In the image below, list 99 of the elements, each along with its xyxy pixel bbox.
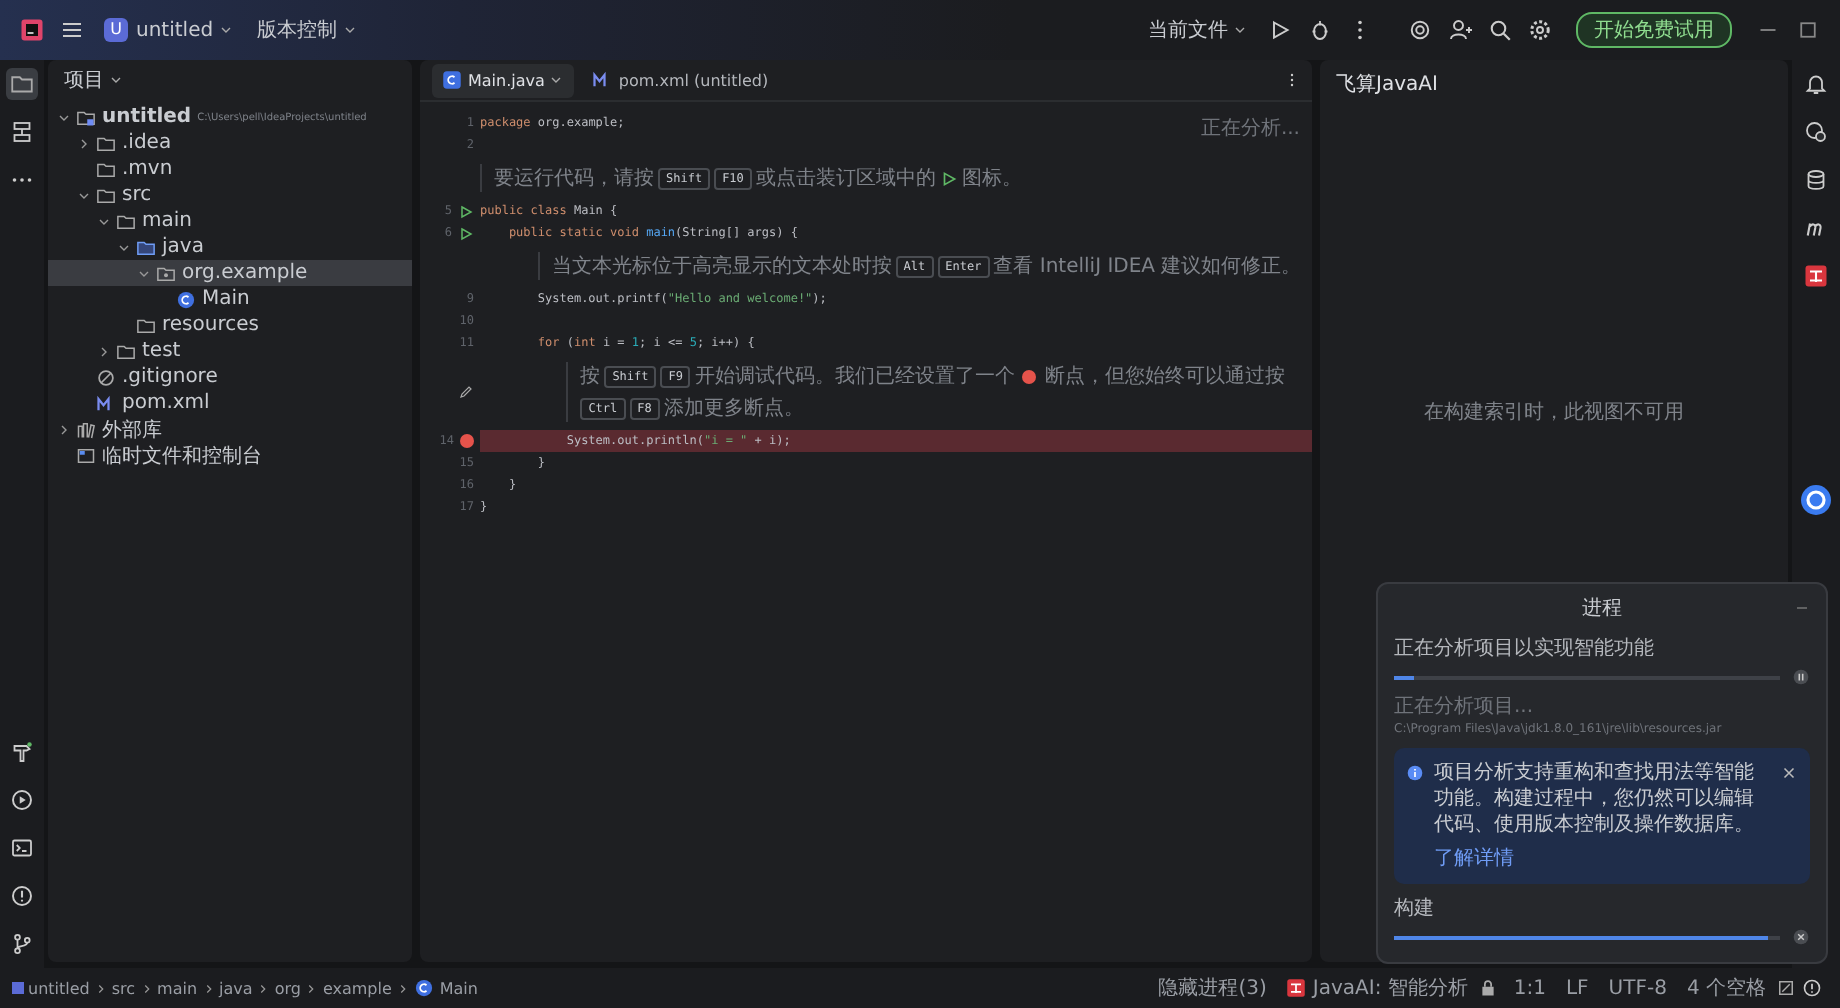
tree-item[interactable]: Main <box>48 286 412 312</box>
menu-icon[interactable] <box>60 18 84 42</box>
tree-item[interactable]: .mvn <box>48 156 412 182</box>
library-icon <box>76 419 96 439</box>
ai-plugin-icon[interactable] <box>1800 260 1832 292</box>
module-icon <box>76 107 96 127</box>
close-icon[interactable] <box>1780 764 1798 782</box>
panel-title: 飞算JavaAI <box>1334 72 1440 100</box>
hint-text: 添加更多断点。 <box>663 395 804 422</box>
run-icon <box>939 169 958 187</box>
expand-icon[interactable] <box>56 421 72 437</box>
hint-text: 图标。 <box>961 165 1022 192</box>
problems-icon[interactable] <box>6 880 38 912</box>
maven-icon <box>96 393 116 413</box>
indent-setting[interactable]: 4 个空格 <box>1686 974 1766 1002</box>
expand-icon[interactable] <box>76 135 92 151</box>
hint-text: 断点，但您始终可以通过按 <box>1044 363 1285 390</box>
caret-icon <box>548 72 565 88</box>
tree-item[interactable]: src <box>48 182 412 208</box>
class-icon <box>442 70 462 90</box>
hint-text: 查看 IntelliJ IDEA 建议如何修正。 <box>993 253 1302 280</box>
breadcrumb[interactable]: Main <box>413 978 478 998</box>
run-icon[interactable] <box>6 784 38 816</box>
add-user-icon[interactable] <box>1448 18 1472 42</box>
hint-text: 按 <box>580 363 601 390</box>
notice-text: 项目分析支持重构和查找用法等智能功能。构建过程中，您仍然可以编辑代码、使用版本控制及操作数据库。 <box>1434 760 1756 838</box>
breadcrumb[interactable]: src <box>111 979 136 997</box>
ai-status[interactable]: JavaAI: 智能分析 <box>1286 974 1468 1002</box>
hint-text: 开始调试代码。我们已经设置了一个 <box>694 363 1015 390</box>
task-detail: 正在分析项目... <box>1394 693 1536 720</box>
breadcrumb[interactable]: java <box>219 979 253 997</box>
hidden-processes-link[interactable]: 隐藏进程(3) <box>1158 974 1267 1002</box>
line-ending[interactable]: LF <box>1565 977 1589 999</box>
breadcrumb[interactable]: main <box>157 979 198 997</box>
tree-item[interactable]: 临时文件和控制台 <box>48 442 412 468</box>
settings-icon[interactable] <box>1528 18 1552 42</box>
learn-more-link[interactable]: 了解详情 <box>1434 844 1514 872</box>
tree-item[interactable]: test <box>48 338 412 364</box>
tree-item[interactable]: 外部库 <box>48 416 412 442</box>
chevron-icon <box>201 981 216 995</box>
tree-item[interactable]: .gitignore <box>48 364 412 390</box>
breadcrumb[interactable]: example <box>322 979 392 997</box>
chevron-icon <box>304 981 319 995</box>
alert-icon[interactable] <box>1802 978 1822 998</box>
caret-icon <box>1232 22 1248 38</box>
analysis-status: 正在分析... <box>1200 115 1300 142</box>
file-encoding[interactable]: UTF-8 <box>1608 977 1667 999</box>
tree-item[interactable]: main <box>48 208 412 234</box>
run-icon[interactable] <box>458 203 474 219</box>
tree-item[interactable]: .idea <box>48 130 412 156</box>
breadcrumb[interactable]: org <box>274 979 301 997</box>
run-icon[interactable] <box>1268 18 1292 42</box>
file-tab[interactable]: pom.xml (untitled) <box>582 63 779 97</box>
project-view-dropdown[interactable]: 项目 <box>64 66 124 94</box>
hint-text: 要运行代码，请按 <box>494 165 654 192</box>
chevron-icon <box>93 981 108 995</box>
class-icon <box>413 978 434 998</box>
hint-text: 或点击装订区域中的 <box>755 165 936 192</box>
popup-title: 进程 <box>1582 595 1622 622</box>
scratch-icon <box>76 445 96 465</box>
project-tool-icon[interactable] <box>6 68 38 100</box>
info-icon <box>1406 764 1424 782</box>
run-icon[interactable] <box>458 225 474 241</box>
caret-icon <box>108 72 124 88</box>
caret-position[interactable]: 1:1 <box>1513 977 1546 999</box>
breadcrumb[interactable]: untitled <box>12 979 90 997</box>
breakpoint-icon[interactable] <box>460 434 474 448</box>
run-config-dropdown[interactable]: 当前文件 <box>1148 16 1248 44</box>
tree-item[interactable]: org.example <box>48 260 412 286</box>
caret-icon <box>341 22 358 38</box>
chevron-icon <box>256 981 271 995</box>
expand-icon[interactable] <box>96 343 112 359</box>
hint-text: 当文本光标位于高亮显示的文本处时按 <box>551 253 892 280</box>
cancel-icon[interactable] <box>1792 928 1810 946</box>
breakpoint-icon <box>1022 369 1037 383</box>
chevron-icon <box>139 981 154 995</box>
search-icon[interactable] <box>1488 18 1512 42</box>
vcs-dropdown[interactable]: 版本控制 <box>257 16 358 44</box>
task-title: 正在分析项目以实现智能功能 <box>1394 635 1656 662</box>
chevron-icon <box>395 981 410 995</box>
task-title: 构建 <box>1394 895 1436 922</box>
class-icon <box>176 289 196 309</box>
lock-icon[interactable] <box>1477 978 1498 998</box>
pencil-icon[interactable] <box>458 384 474 400</box>
tree-item[interactable]: resources <box>48 312 412 338</box>
file-tab[interactable]: Main.java <box>432 63 575 97</box>
app-logo-icon[interactable] <box>20 18 44 42</box>
tree-item[interactable]: pom.xml <box>48 390 412 416</box>
pause-icon[interactable] <box>1792 668 1810 686</box>
caret-icon <box>217 22 234 38</box>
empty-state-message: 在构建索引时，此视图不可用 <box>1422 399 1686 426</box>
debug-icon[interactable] <box>1308 18 1332 42</box>
package-icon <box>156 263 176 283</box>
trial-button[interactable]: 开始免费试用 <box>1576 12 1732 48</box>
tree-item[interactable]: java <box>48 234 412 260</box>
project-dropdown[interactable]: U untitled <box>104 18 234 42</box>
ignore-file-icon <box>96 367 116 387</box>
maximize-icon[interactable] <box>1796 18 1820 42</box>
ai-plugin-icon <box>1286 978 1307 998</box>
